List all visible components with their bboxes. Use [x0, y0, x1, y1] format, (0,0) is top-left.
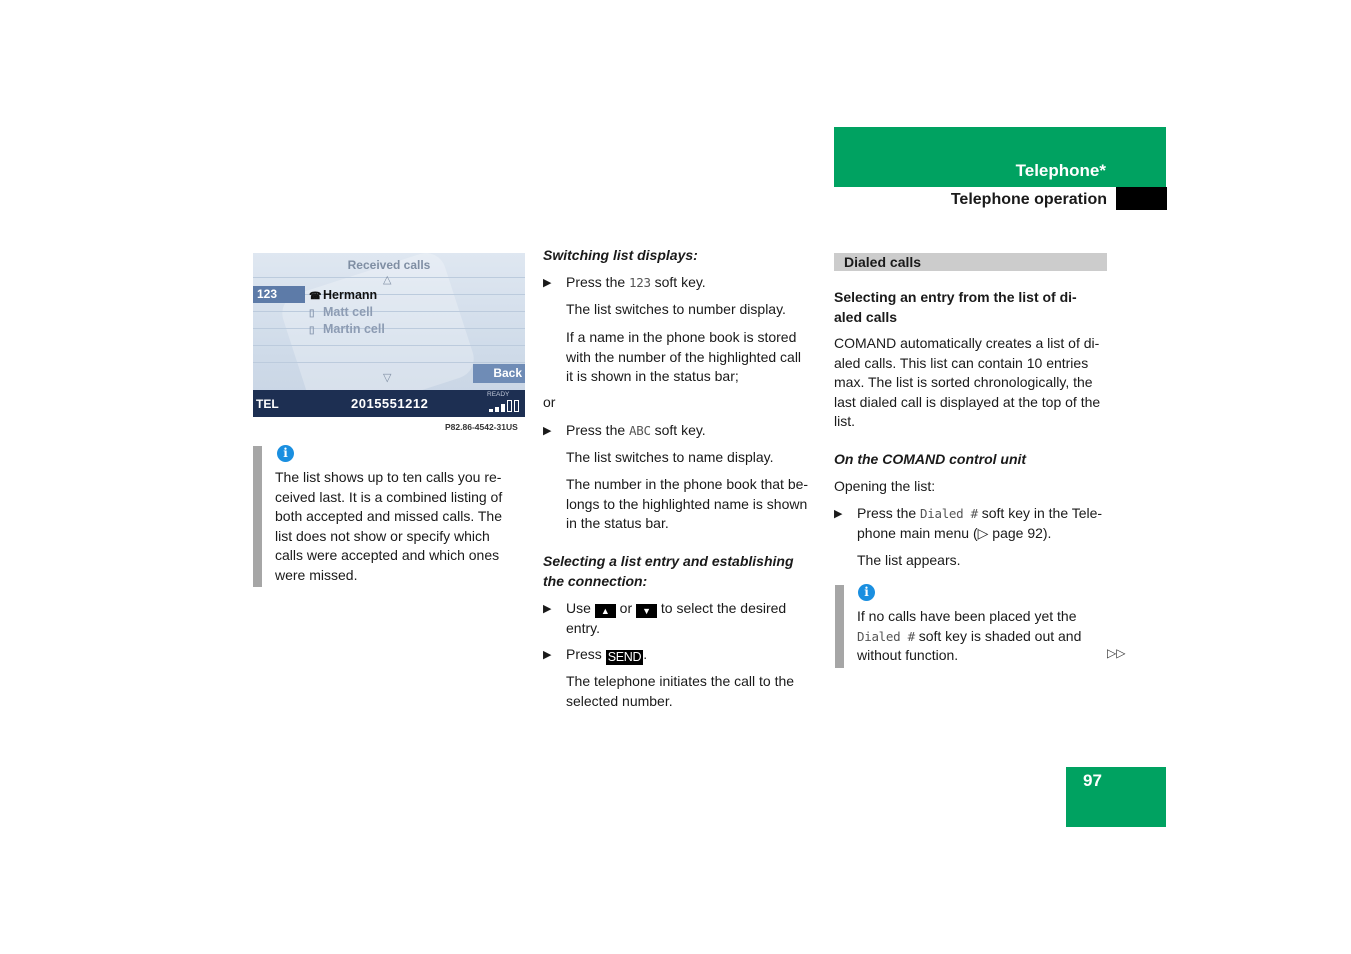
paragraph: The number in the phone book that be-lon… [566, 476, 809, 531]
bullet-icon: ▶ [543, 649, 552, 661]
step-press-dialed: Press the Dialed # soft key in the Tele-… [857, 505, 1103, 541]
list-item: ☎ Hermann [309, 288, 378, 302]
note-bar [835, 585, 844, 668]
softkey-123: 123 [253, 286, 305, 303]
heading-selecting: Selecting a list entry and establishing t… [543, 553, 794, 589]
paragraph: The list switches to number display. [566, 301, 786, 317]
note-text: The list shows up to ten calls you re- c… [275, 469, 503, 583]
paragraph: The list switches to name display. [566, 449, 774, 465]
heading-selecting-entry: Selecting an entry from the list of di-a… [834, 289, 1077, 325]
paragraph: The list appears. [857, 552, 961, 568]
screen-title: Received calls [347, 258, 431, 272]
section-marker [1116, 187, 1167, 210]
signal-strength-icon [489, 400, 519, 412]
scroll-down-icon: ▽ [383, 372, 392, 384]
paragraph: Opening the list: [834, 478, 936, 494]
page-number: 97 [1083, 771, 1102, 790]
note-text: If no calls have been placed yet the Dia… [857, 608, 1082, 663]
section-title: Telephone operation [950, 191, 1107, 208]
figure-caption: P82.86-4542-31US [445, 422, 518, 432]
paragraph: If a name in the phone book is stored wit… [566, 329, 802, 384]
list-item: ▯ Martin cell [309, 322, 385, 336]
status-bar: TEL 2015551212 READY [253, 390, 525, 417]
step-press-abc: Press the ABC soft key. [566, 422, 706, 438]
send-key-icon: SEND [605, 650, 644, 665]
continue-icon: ▷▷ [1107, 646, 1126, 660]
bullet-icon: ▶ [543, 277, 552, 289]
phone-book-icon: ☎ [309, 291, 322, 302]
list-item: ▯ Matt cell [309, 305, 374, 319]
bullet-icon: ▶ [543, 425, 552, 437]
paragraph: COMAND automatically creates a list of d… [834, 335, 1101, 429]
info-icon: i [277, 445, 294, 462]
mobile-phone-icon: ▯ [309, 308, 315, 319]
scroll-up-icon: △ [383, 274, 392, 286]
status-number: 2015551212 [351, 396, 429, 411]
section-bar-dialed-calls: Dialed calls [834, 253, 1107, 271]
step-press-send: Press SEND. [566, 646, 648, 665]
page-number-box: 97 [1066, 767, 1166, 827]
status-label: TEL [256, 397, 279, 411]
ready-indicator: READY [487, 391, 510, 398]
step-press-123: Press the 123 soft key. [566, 274, 706, 290]
heading-switching: Switching list displays: [543, 247, 698, 263]
note-bar [253, 446, 262, 587]
comand-screen-illustration: Received calls △ 123 ☎ Hermann ▯ Matt cell… [253, 253, 525, 417]
info-icon: i [858, 584, 875, 601]
paragraph: The telephone initiates the call to the s… [566, 673, 795, 709]
bullet-icon: ▶ [543, 603, 552, 615]
chapter-header: Telephone* [834, 127, 1166, 187]
up-arrow-key-icon: ▲ [594, 604, 616, 618]
bullet-icon: ▶ [834, 508, 843, 520]
mobile-phone-icon: ▯ [309, 325, 315, 336]
chapter-title: Telephone* [1015, 161, 1106, 180]
subheading-control-unit: On the COMAND control unit [834, 451, 1027, 467]
down-arrow-key-icon: ▼ [636, 604, 658, 618]
step-use-arrows: Use ▲ or ▼ to select the desired entry. [566, 600, 787, 636]
or-text: or [543, 394, 556, 410]
back-softkey: Back [473, 364, 525, 383]
